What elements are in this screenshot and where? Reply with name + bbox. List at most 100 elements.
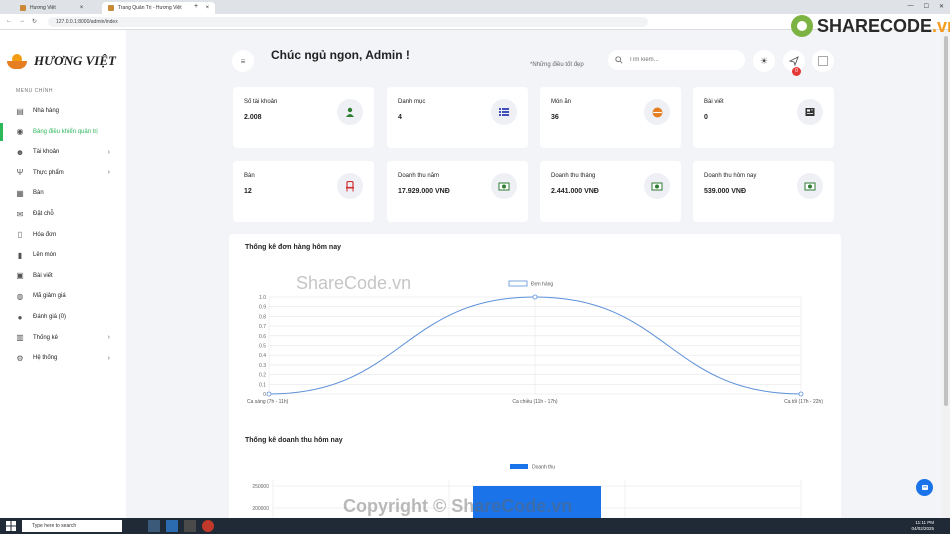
comments-icon: ● <box>17 312 23 322</box>
utensils-icon: Ψ <box>16 168 24 178</box>
sidebar-item-label: Hệ thống <box>33 355 58 362</box>
theme-toggle-button[interactable]: ☀ <box>753 50 775 72</box>
sidebar-item[interactable]: ▦ Bàn <box>0 184 126 202</box>
clock: 11:11 PM 04/02/2025 <box>911 520 934 532</box>
reload-icon[interactable]: ↻ <box>32 18 37 25</box>
browser-tab-bar: Hương Việt × Trang Quản Trị - Hương Việt… <box>0 0 950 14</box>
clock-date: 04/02/2025 <box>911 526 934 531</box>
stat-label: Danh mục <box>398 99 426 105</box>
stat-value: 2.441.000 VNĐ <box>551 188 599 195</box>
scrollbar-thumb[interactable] <box>944 36 948 406</box>
data-point <box>532 294 538 300</box>
maximize-icon[interactable]: ☐ <box>924 3 929 10</box>
stat-label: Doanh thu hôm nay <box>704 173 757 179</box>
browser-tab-active[interactable]: Trang Quản Trị - Hương Việt × <box>102 2 216 14</box>
sharecode-name: SHARECODE.vn <box>817 15 950 36</box>
close-icon[interactable]: × <box>206 2 210 14</box>
stat-label: Số tài khoản <box>244 99 278 105</box>
taskbar-app-icon[interactable] <box>202 520 214 532</box>
sidebar-item[interactable]: ▤ Nhà hàng <box>0 102 126 120</box>
y-tick-label: 0.5 <box>259 344 266 350</box>
menu-toggle-button[interactable]: ≡ <box>232 50 254 72</box>
sidebar-item[interactable]: ▣ Bài viết <box>0 267 126 285</box>
window-controls: — ☐ ✕ <box>908 3 944 10</box>
browser-tab[interactable]: Hương Việt × <box>14 2 89 14</box>
tab-label: Trang Quản Trị - Hương Việt <box>118 5 182 11</box>
minimize-icon[interactable]: — <box>908 3 914 10</box>
chevron-right-icon: › <box>107 334 110 342</box>
cogs-icon: ⚙ <box>16 353 24 363</box>
sidebar-item-label: Hóa đơn <box>33 231 57 238</box>
stat-value: 4 <box>398 114 402 121</box>
sidebar-item[interactable]: ☻ Tài khoản › <box>0 143 126 161</box>
chevron-right-icon: › <box>107 148 110 156</box>
chat-button[interactable] <box>916 479 933 496</box>
orders-line-chart: 0 0.1 0.2 0.3 0.4 0.5 0.6 0.7 0.8 0.9 1.0 Ca sáng (… <box>247 280 823 405</box>
y-tick-label: 1.0 <box>259 295 266 301</box>
money-icon <box>797 173 823 199</box>
sidebar-item-label: Nhà hàng <box>33 108 60 114</box>
dashboard-icon: ◉ <box>16 127 24 137</box>
taskbar-app-icon[interactable] <box>148 520 160 532</box>
orders-chart-title: Thống kê đơn hàng hôm nay <box>245 244 341 251</box>
new-tab-button[interactable]: + <box>194 3 198 10</box>
sidebar-item-label: Đặt chỗ <box>33 211 54 217</box>
y-tick-label: 0.4 <box>259 353 266 359</box>
chat-icon <box>921 484 928 490</box>
brand-logo[interactable]: HƯƠNG VIỆT <box>6 52 116 70</box>
food-icon <box>644 99 670 125</box>
greeting-title: Chúc ngủ ngon, Admin ! <box>271 48 410 62</box>
sidebar-item-label: Bài viết <box>33 272 53 279</box>
windows-start-icon[interactable] <box>6 521 16 531</box>
sidebar-item[interactable]: ▯ Hóa đơn <box>0 226 126 244</box>
revenue-chart-title: Thống kê doanh thu hôm nay <box>245 437 343 444</box>
dish-icon: ▮ <box>17 250 23 260</box>
avatar-button[interactable] <box>812 50 834 72</box>
sidebar-item[interactable]: ◍ Mã giảm giá <box>0 287 126 305</box>
tab-label: Hương Việt <box>30 5 56 11</box>
stat-value: 0 <box>704 114 708 121</box>
stat-label: Doanh thu tháng <box>551 173 596 179</box>
sidebar-item[interactable]: ⚙ Hệ thống › <box>0 349 126 367</box>
vscode-icon[interactable] <box>166 520 178 532</box>
sidebar-item[interactable]: Ψ Thực phẩm › <box>0 164 126 182</box>
stat-card: Doanh thu năm 17.929.000 VNĐ <box>387 161 528 222</box>
sidebar-item-label: Bàn <box>33 190 44 197</box>
search-input[interactable] <box>629 57 739 63</box>
search-box[interactable] <box>608 50 745 70</box>
sidebar-item[interactable]: ✉ Đặt chỗ <box>0 205 126 223</box>
legend-swatch <box>508 280 528 287</box>
close-window-icon[interactable]: ✕ <box>939 3 944 10</box>
search-icon <box>615 56 623 64</box>
sidebar-item[interactable]: ▥ Thống kê › <box>0 329 126 347</box>
chair-icon <box>337 173 363 199</box>
discount-icon: ◍ <box>16 291 24 301</box>
close-icon[interactable]: × <box>80 2 84 14</box>
y-tick-label: 0.1 <box>259 382 266 388</box>
watermark-bottom: Copyright © ShareCode.vn <box>343 496 573 516</box>
stat-card: Doanh thu tháng 2.441.000 VNĐ <box>540 161 681 222</box>
watermark-top: ShareCode.vn <box>296 273 412 293</box>
stat-card: Bàn 12 <box>233 161 374 222</box>
avatar <box>818 56 828 66</box>
sidebar-item[interactable]: ▮ Lên món <box>0 246 126 264</box>
sidebar-item-label: Thống kê <box>33 334 59 341</box>
logo-icon <box>6 52 28 70</box>
sidebar-item[interactable]: ● Đánh giá (0) <box>0 308 126 326</box>
store-icon: ▤ <box>16 106 24 116</box>
back-icon[interactable]: ← <box>6 18 12 24</box>
y-tick-label: 0.2 <box>259 373 266 379</box>
taskbar-search[interactable]: Type here to search <box>22 520 122 532</box>
stat-value: 17.929.000 VNĐ <box>398 188 450 195</box>
paper-plane-icon <box>789 56 799 66</box>
url-field[interactable]: 127.0.0.1:8000/admin/index <box>48 17 648 27</box>
taskbar-app-icon[interactable] <box>184 520 196 532</box>
stat-value: 539.000 VNĐ <box>704 188 747 195</box>
forward-icon[interactable]: → <box>19 18 25 24</box>
favicon-icon <box>20 5 26 11</box>
y-tick-label: 0.9 <box>259 305 266 311</box>
sidebar-item[interactable]: ◉ Bảng điều khiển quản trị <box>0 122 126 141</box>
money-icon <box>491 173 517 199</box>
sharecode-logo-icon <box>791 15 813 37</box>
y-tick-label: 0.8 <box>259 314 266 320</box>
